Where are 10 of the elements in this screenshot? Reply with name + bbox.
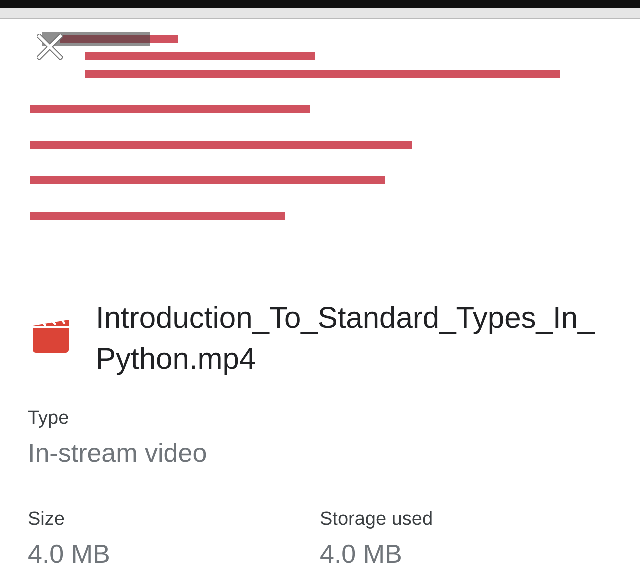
detail-label: Size: [28, 509, 66, 531]
close-button[interactable]: [37, 34, 63, 60]
detail-label: Type: [28, 408, 70, 430]
detail-label: Storage used: [320, 509, 434, 531]
file-name: Introduction_To_Standard_Types_In_Python.mp4: [96, 301, 596, 378]
detail-value: 4.0 MB: [28, 539, 112, 570]
close-icon: [37, 34, 63, 60]
video-file-icon: [30, 320, 72, 354]
detail-value: 4.0 MB: [320, 539, 404, 570]
detail-value: In-stream video: [28, 438, 208, 469]
